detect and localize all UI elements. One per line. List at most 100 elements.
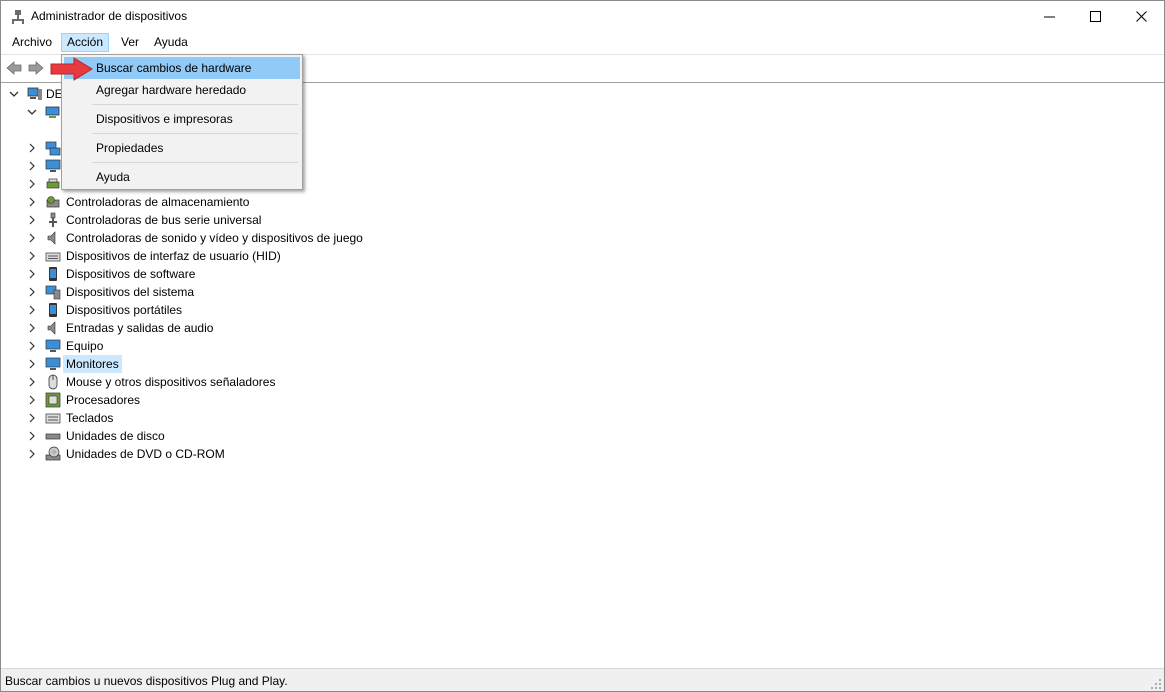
tree-item-label: Controladoras de bus serie universal: [66, 213, 262, 227]
device-manager-icon: [12, 10, 24, 24]
tree-item-keyboards[interactable]: Teclados: [1, 409, 601, 427]
processor-icon: [45, 392, 61, 408]
title-bar: Administrador de dispositivos: [1, 1, 1164, 31]
portable-device-icon: [49, 303, 57, 317]
chevron-right-icon[interactable]: [27, 233, 37, 243]
chevron-right-icon[interactable]: [27, 341, 37, 351]
chevron-right-icon[interactable]: [27, 161, 37, 171]
menu-item-label: Dispositivos e impresoras: [96, 112, 233, 126]
tree-item-label: Procesadores: [66, 393, 141, 407]
status-text: Buscar cambios u nuevos dispositivos Plu…: [5, 674, 288, 688]
tree-item-audio-inputs-outputs[interactable]: Entradas y salidas de audio: [1, 319, 601, 337]
speaker-icon: [47, 231, 56, 245]
tree-item-label: Unidades de disco: [66, 429, 165, 443]
chevron-right-icon[interactable]: [27, 395, 37, 405]
minimize-button[interactable]: [1027, 1, 1073, 31]
computer-icon: [45, 106, 60, 118]
menu-ver[interactable]: Ver: [116, 33, 144, 52]
chevron-right-icon[interactable]: [27, 431, 37, 441]
back-arrow-icon[interactable]: [5, 59, 23, 77]
close-button[interactable]: [1119, 1, 1164, 31]
software-device-icon: [49, 267, 57, 281]
resize-grip-icon[interactable]: [1150, 678, 1162, 690]
tree-item-label: Entradas y salidas de audio: [66, 321, 214, 335]
menu-item-label: Agregar hardware heredado: [96, 83, 247, 97]
menu-item-label: Ayuda: [96, 170, 130, 184]
tree-item-monitors[interactable]: Monitores: [1, 355, 601, 373]
tree-item-label: Controladoras de almacenamiento: [66, 195, 250, 209]
status-bar: Buscar cambios u nuevos dispositivos Plu…: [1, 668, 1164, 691]
hid-icon: [45, 252, 61, 262]
menu-item-label: Buscar cambios de hardware: [96, 61, 252, 75]
tree-item-dvd-drives[interactable]: Unidades de DVD o CD-ROM: [1, 445, 601, 463]
chevron-right-icon[interactable]: [27, 179, 37, 189]
chevron-down-icon[interactable]: [27, 107, 37, 117]
storage-controller-icon: [46, 196, 60, 208]
computer-icon: [27, 87, 42, 100]
device-manager-window: Administrador de dispositivos Archivo Ac…: [0, 0, 1165, 692]
menu-item-add-legacy-hardware[interactable]: Agregar hardware heredado: [64, 79, 300, 101]
action-menu-dropdown: Buscar cambios de hardware Agregar hardw…: [61, 54, 303, 190]
menu-item-properties[interactable]: Propiedades: [64, 137, 300, 159]
chevron-down-icon[interactable]: [9, 89, 19, 99]
disk-drive-icon: [45, 433, 61, 440]
tree-item-label: Teclados: [66, 411, 114, 425]
close-icon: [1136, 11, 1147, 22]
chevron-right-icon[interactable]: [27, 449, 37, 459]
tree-item-mouse[interactable]: Mouse y otros dispositivos señaladores: [1, 373, 601, 391]
tree-item-usb-controllers[interactable]: Controladoras de bus serie universal: [1, 211, 601, 229]
menu-archivo[interactable]: Archivo: [7, 33, 57, 52]
tree-item-label: Unidades de DVD o CD-ROM: [66, 447, 225, 461]
tree-item-hid[interactable]: Dispositivos de interfaz de usuario (HID…: [1, 247, 601, 265]
menu-ayuda[interactable]: Ayuda: [149, 33, 193, 52]
menu-bar: Archivo Acción Ver Ayuda: [1, 32, 1164, 53]
menu-separator: [92, 133, 298, 134]
tree-item-sound-video[interactable]: Controladoras de sonido y vídeo y dispos…: [1, 229, 601, 247]
maximize-button[interactable]: [1073, 1, 1119, 31]
minimize-icon: [1044, 16, 1055, 18]
red-arrow-icon: [50, 57, 93, 81]
chevron-right-icon[interactable]: [27, 215, 37, 225]
tree-item-processors[interactable]: Procesadores: [1, 391, 601, 409]
tree-item-label: Dispositivos de interfaz de usuario (HID…: [66, 249, 281, 263]
chevron-right-icon[interactable]: [27, 143, 37, 153]
menu-item-help[interactable]: Ayuda: [64, 166, 300, 188]
monitor-icon: [45, 339, 61, 352]
tree-item-disk-drives[interactable]: Unidades de disco: [1, 427, 601, 445]
printer-icon: [46, 178, 60, 189]
monitor-icon: [45, 159, 61, 172]
tree-item-label: Dispositivos portátiles: [66, 303, 183, 317]
network-icon: [45, 141, 61, 156]
tree-item-system-devices[interactable]: Dispositivos del sistema: [1, 283, 601, 301]
chevron-right-icon[interactable]: [27, 287, 37, 297]
forward-arrow-icon[interactable]: [27, 59, 45, 77]
usb-icon: [49, 212, 57, 227]
chevron-right-icon[interactable]: [27, 377, 37, 387]
menu-item-label: Propiedades: [96, 141, 164, 155]
maximize-icon: [1090, 11, 1101, 22]
menu-item-devices-printers[interactable]: Dispositivos e impresoras: [64, 108, 300, 130]
menu-separator: [92, 162, 298, 163]
tree-item-label: Controladoras de sonido y vídeo y dispos…: [66, 231, 363, 245]
tree-item-computer[interactable]: Equipo: [1, 337, 601, 355]
tree-item-software-devices[interactable]: Dispositivos de software: [1, 265, 601, 283]
chevron-right-icon[interactable]: [27, 197, 37, 207]
chevron-right-icon[interactable]: [27, 251, 37, 261]
tree-item-label: Dispositivos del sistema: [66, 285, 195, 299]
tree-item-storage-controllers[interactable]: Controladoras de almacenamiento: [1, 193, 601, 211]
chevron-right-icon[interactable]: [27, 413, 37, 423]
menu-separator: [92, 104, 298, 105]
dvd-drive-icon: [45, 446, 61, 461]
window-title: Administrador de dispositivos: [31, 9, 188, 23]
chevron-right-icon[interactable]: [27, 305, 37, 315]
chevron-right-icon[interactable]: [27, 359, 37, 369]
tree-item-label: Mouse y otros dispositivos señaladores: [66, 375, 276, 389]
chevron-right-icon[interactable]: [27, 323, 37, 333]
monitor-icon: [45, 357, 61, 370]
speaker-icon: [47, 321, 56, 335]
menu-item-scan-hardware[interactable]: Buscar cambios de hardware: [64, 57, 300, 79]
tree-item-portable-devices[interactable]: Dispositivos portátiles: [1, 301, 601, 319]
chevron-right-icon[interactable]: [27, 269, 37, 279]
menu-accion[interactable]: Acción: [61, 33, 110, 52]
tree-item-label: Dispositivos de software: [66, 267, 196, 281]
